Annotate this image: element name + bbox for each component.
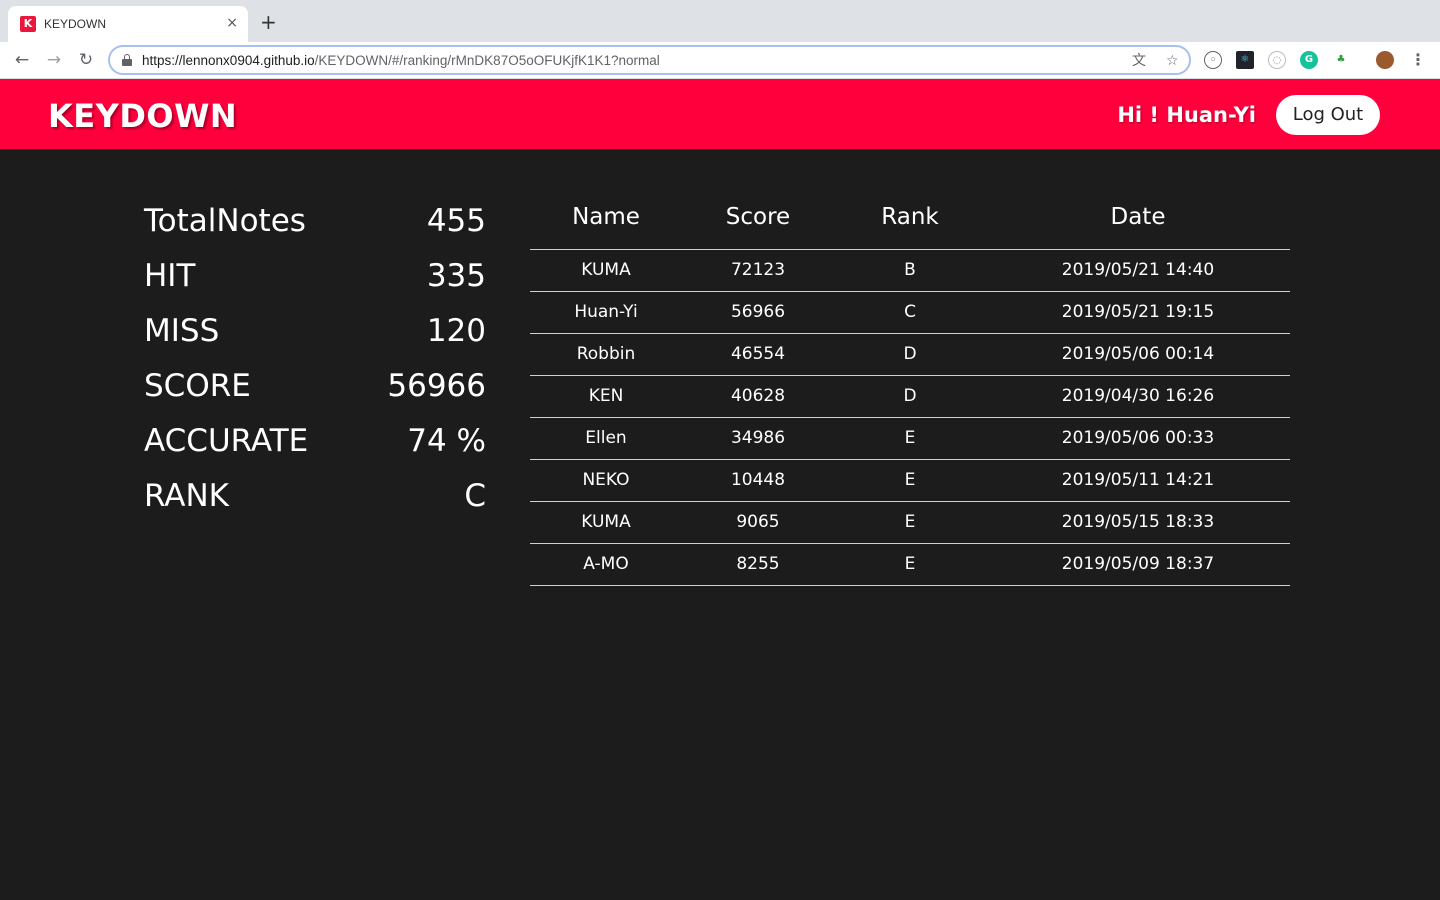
react-devtools-icon[interactable]: ⚛ xyxy=(1236,51,1254,69)
cell-rank: D xyxy=(834,333,986,376)
cell-date: 2019/05/06 00:14 xyxy=(986,333,1290,376)
stat-row-total-notes: TotalNotes 455 xyxy=(144,197,486,252)
table-row: Huan-Yi 56966 C 2019/05/21 19:15 xyxy=(530,291,1290,334)
stat-row-accurate: ACCURATE 74 % xyxy=(144,417,486,472)
translate-icon[interactable]: 文 xyxy=(1132,52,1146,70)
stat-value: 120 xyxy=(426,313,486,349)
grammarly-icon[interactable]: G xyxy=(1300,51,1318,69)
extension-icon[interactable]: ◌ xyxy=(1268,51,1286,69)
browser-tab[interactable]: K KEYDOWN × xyxy=(8,6,248,42)
stat-value: 56966 xyxy=(387,368,486,404)
cell-score: 9065 xyxy=(682,501,834,544)
cell-name: KUMA xyxy=(530,249,682,292)
user-greeting: Hi ! Huan-Yi xyxy=(1117,103,1256,127)
stat-value: 74 % xyxy=(407,423,486,459)
extension-icon[interactable]: ♣ xyxy=(1332,51,1350,69)
stat-label: RANK xyxy=(144,478,230,514)
brand-logo[interactable]: KEYDOWN xyxy=(48,97,237,135)
cell-name: KEN xyxy=(530,375,682,418)
cell-score: 34986 xyxy=(682,417,834,460)
reload-icon[interactable]: ↻ xyxy=(74,49,98,71)
cell-name: Robbin xyxy=(530,333,682,376)
table-row: Robbin 46554 D 2019/05/06 00:14 xyxy=(530,333,1290,376)
forward-arrow-icon[interactable]: → xyxy=(42,49,66,71)
table-row: KUMA 72123 B 2019/05/21 14:40 xyxy=(530,249,1290,292)
cell-date: 2019/04/30 16:26 xyxy=(986,375,1290,418)
table-row: NEKO 10448 E 2019/05/11 14:21 xyxy=(530,459,1290,502)
column-header-rank: Rank xyxy=(834,193,986,250)
cell-rank: E xyxy=(834,459,986,502)
extension-icon[interactable]: ◦ xyxy=(1204,51,1222,69)
column-header-date: Date xyxy=(986,193,1290,250)
table-row: A-MO 8255 E 2019/05/09 18:37 xyxy=(530,543,1290,586)
stat-label: HIT xyxy=(144,258,196,294)
cell-rank: E xyxy=(834,543,986,586)
url-host: https://lennonx0904.github.io xyxy=(142,53,315,68)
browser-toolbar: ← → ↻ https://lennonx0904.github.io/KEYD… xyxy=(0,42,1440,79)
stat-label: TotalNotes xyxy=(144,203,306,239)
new-tab-icon[interactable]: + xyxy=(260,12,277,32)
cell-rank: B xyxy=(834,249,986,292)
cell-date: 2019/05/06 00:33 xyxy=(986,417,1290,460)
profile-avatar[interactable] xyxy=(1376,51,1394,69)
ranking-table: Name Score Rank Date KUMA 72123 B 2019/0… xyxy=(530,193,1290,586)
stat-label: ACCURATE xyxy=(144,423,309,459)
cell-date: 2019/05/09 18:37 xyxy=(986,543,1290,586)
browser-tab-bar: K KEYDOWN × + xyxy=(0,0,1440,42)
stat-row-rank: RANK C xyxy=(144,472,486,527)
address-bar[interactable]: https://lennonx0904.github.io/KEYDOWN/#/… xyxy=(108,45,1191,75)
cell-date: 2019/05/21 19:15 xyxy=(986,291,1290,334)
app-header: KEYDOWN Hi ! Huan-Yi Log Out xyxy=(0,79,1440,149)
cell-name: Ellen xyxy=(530,417,682,460)
stat-row-score: SCORE 56966 xyxy=(144,362,486,417)
table-row: KEN 40628 D 2019/04/30 16:26 xyxy=(530,375,1290,418)
cell-name: NEKO xyxy=(530,459,682,502)
cell-name: KUMA xyxy=(530,501,682,544)
cell-rank: E xyxy=(834,417,986,460)
table-row: Ellen 34986 E 2019/05/06 00:33 xyxy=(530,417,1290,460)
stat-value: 455 xyxy=(426,203,486,239)
keydown-favicon-icon: K xyxy=(20,16,36,32)
cell-date: 2019/05/15 18:33 xyxy=(986,501,1290,544)
cell-rank: C xyxy=(834,291,986,334)
cell-rank: E xyxy=(834,501,986,544)
tab-close-icon[interactable]: × xyxy=(226,15,238,31)
stat-value: C xyxy=(464,478,486,514)
bookmark-star-icon[interactable]: ☆ xyxy=(1166,52,1179,70)
browser-menu-icon[interactable]: ⋮ xyxy=(1410,48,1426,72)
column-header-score: Score xyxy=(682,193,834,250)
cell-rank: D xyxy=(834,375,986,418)
cell-score: 8255 xyxy=(682,543,834,586)
column-header-name: Name xyxy=(530,193,682,250)
lock-icon xyxy=(122,54,132,66)
result-stats: TotalNotes 455 HIT 335 MISS 120 SCORE 56… xyxy=(144,197,486,527)
stat-row-hit: HIT 335 xyxy=(144,252,486,307)
stat-row-miss: MISS 120 xyxy=(144,307,486,362)
cell-score: 10448 xyxy=(682,459,834,502)
cell-score: 40628 xyxy=(682,375,834,418)
table-header-row: Name Score Rank Date xyxy=(530,193,1290,250)
back-arrow-icon[interactable]: ← xyxy=(10,49,34,71)
stat-value: 335 xyxy=(426,258,486,294)
url-path: /KEYDOWN/#/ranking/rMnDK87O5oOFUKjfK1K1?… xyxy=(314,53,660,68)
logout-button[interactable]: Log Out xyxy=(1276,95,1380,135)
cell-score: 46554 xyxy=(682,333,834,376)
table-row: KUMA 9065 E 2019/05/15 18:33 xyxy=(530,501,1290,544)
cell-name: Huan-Yi xyxy=(530,291,682,334)
stat-label: MISS xyxy=(144,313,220,349)
cell-date: 2019/05/21 14:40 xyxy=(986,249,1290,292)
tab-title: KEYDOWN xyxy=(44,17,107,31)
cell-score: 72123 xyxy=(682,249,834,292)
stat-label: SCORE xyxy=(144,368,251,404)
cell-score: 56966 xyxy=(682,291,834,334)
cell-date: 2019/05/11 14:21 xyxy=(986,459,1290,502)
address-url[interactable]: https://lennonx0904.github.io/KEYDOWN/#/… xyxy=(142,52,660,70)
cell-name: A-MO xyxy=(530,543,682,586)
